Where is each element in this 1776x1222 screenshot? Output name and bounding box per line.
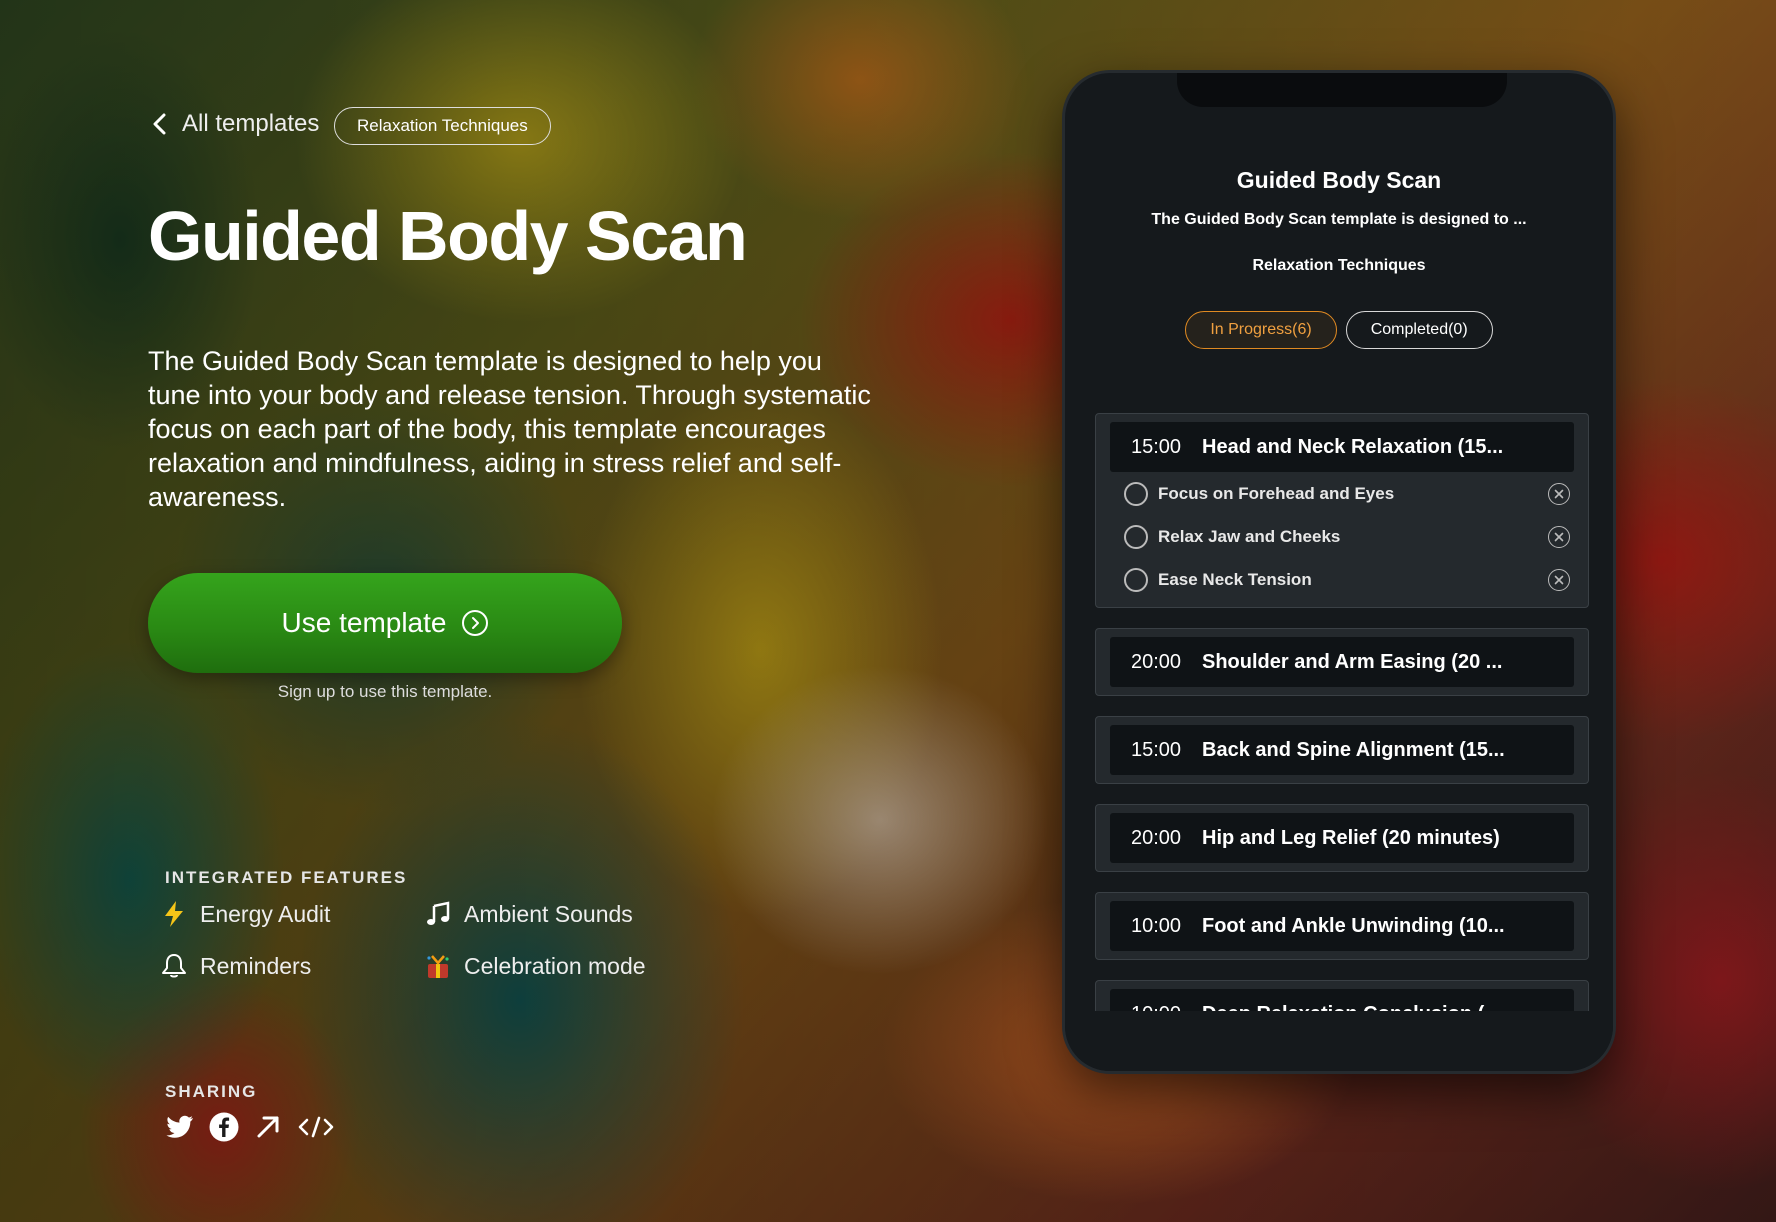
subtask-row: Relax Jaw and Cheeks (1110, 515, 1574, 558)
session-time: 15:00 (1130, 738, 1182, 761)
page-title: Guided Body Scan (148, 197, 748, 275)
template-description: The Guided Body Scan template is designe… (148, 346, 871, 512)
session-header[interactable]: 20:00 Hip and Leg Relief (20 minutes) (1110, 813, 1574, 863)
subtask-label: Ease Neck Tension (1158, 569, 1312, 589)
feature-label: Ambient Sounds (464, 900, 633, 927)
feature-celebration-mode: Celebration mode (424, 952, 646, 980)
session-time: 10:00 (1130, 914, 1182, 937)
session-header[interactable]: 15:00 Back and Spine Alignment (15... (1110, 725, 1574, 775)
feature-reminders: Reminders (160, 952, 311, 980)
session-header[interactable]: 15:00 Head and Neck Relaxation (15... (1110, 422, 1574, 472)
phone-category: Relaxation Techniques (1252, 257, 1426, 274)
close-circle-icon[interactable] (1548, 568, 1570, 591)
tab-completed[interactable]: Completed(0) (1345, 311, 1493, 349)
feature-label: Energy Audit (200, 900, 331, 927)
session-card: 15:00 Head and Neck Relaxation (15... Fo… (1095, 413, 1589, 608)
feature-label: Reminders (200, 952, 312, 979)
back-to-templates-link[interactable]: All templates (150, 110, 319, 138)
session-list: 15:00 Head and Neck Relaxation (15... Fo… (1095, 413, 1589, 1017)
share-arrow-icon[interactable] (253, 1112, 283, 1142)
subtask-label: Focus on Forehead and Eyes (1158, 483, 1395, 503)
feature-ambient-sounds: Ambient Sounds (424, 900, 633, 928)
phone-subtitle: The Guided Body Scan template is designe… (1151, 211, 1527, 228)
close-circle-icon[interactable] (1548, 525, 1570, 548)
feature-energy-audit: Energy Audit (160, 900, 330, 928)
session-header[interactable]: 20:00 Shoulder and Arm Easing (20 ... (1110, 637, 1574, 687)
music-note-icon (424, 900, 452, 928)
facebook-icon[interactable] (209, 1112, 239, 1142)
session-header[interactable]: 10:00 Foot and Ankle Unwinding (10... (1110, 901, 1574, 951)
party-icon (424, 952, 452, 980)
session-name: Head and Neck Relaxation (15... (1202, 435, 1504, 458)
session-card: 15:00 Back and Spine Alignment (15... (1095, 716, 1589, 784)
subtask-checkbox[interactable] (1124, 524, 1148, 549)
phone-bottom-bar (1065, 1011, 1613, 1071)
share-icons (165, 1112, 335, 1142)
session-name: Hip and Leg Relief (20 minutes) (1202, 826, 1500, 849)
lightning-icon (160, 900, 188, 928)
session-card: 20:00 Hip and Leg Relief (20 minutes) (1095, 804, 1589, 872)
chevron-left-icon (150, 112, 170, 136)
use-template-button[interactable]: Use template (148, 573, 622, 673)
subtask-row: Ease Neck Tension (1110, 558, 1574, 601)
session-time: 20:00 (1130, 826, 1182, 849)
feature-label: Celebration mode (464, 952, 646, 979)
session-time: 15:00 (1130, 435, 1182, 458)
phone-notch (1177, 73, 1507, 107)
subtask-checkbox[interactable] (1124, 567, 1148, 592)
session-name: Shoulder and Arm Easing (20 ... (1202, 650, 1503, 673)
signup-note: Sign up to use this template. (277, 682, 493, 701)
subtask-label: Relax Jaw and Cheeks (1158, 526, 1341, 546)
category-pill[interactable]: Relaxation Techniques (334, 107, 551, 145)
close-circle-icon[interactable] (1548, 482, 1570, 505)
subtask-checkbox[interactable] (1124, 481, 1148, 506)
phone-preview: Guided Body Scan The Guided Body Scan te… (1062, 70, 1616, 1074)
phone-tabs: In Progress(6) Completed(0) (1065, 311, 1613, 349)
tab-in-progress[interactable]: In Progress(6) (1185, 311, 1337, 349)
back-label: All templates (182, 110, 320, 137)
session-name: Back and Spine Alignment (15... (1202, 738, 1505, 761)
use-template-label: Use template (281, 607, 447, 638)
twitter-icon[interactable] (165, 1112, 195, 1142)
session-name: Foot and Ankle Unwinding (10... (1202, 914, 1505, 937)
features-heading: INTEGRATED FEATURES (165, 868, 408, 887)
embed-code-icon[interactable] (297, 1112, 335, 1142)
session-time: 20:00 (1130, 650, 1182, 673)
sharing-heading: SHARING (165, 1082, 258, 1101)
chevron-right-circle-icon (462, 610, 489, 636)
subtask-row: Focus on Forehead and Eyes (1110, 472, 1574, 515)
session-card: 10:00 Foot and Ankle Unwinding (10... (1095, 892, 1589, 960)
session-card: 20:00 Shoulder and Arm Easing (20 ... (1095, 628, 1589, 696)
phone-title: Guided Body Scan (1236, 167, 1442, 193)
bell-icon (160, 952, 188, 980)
